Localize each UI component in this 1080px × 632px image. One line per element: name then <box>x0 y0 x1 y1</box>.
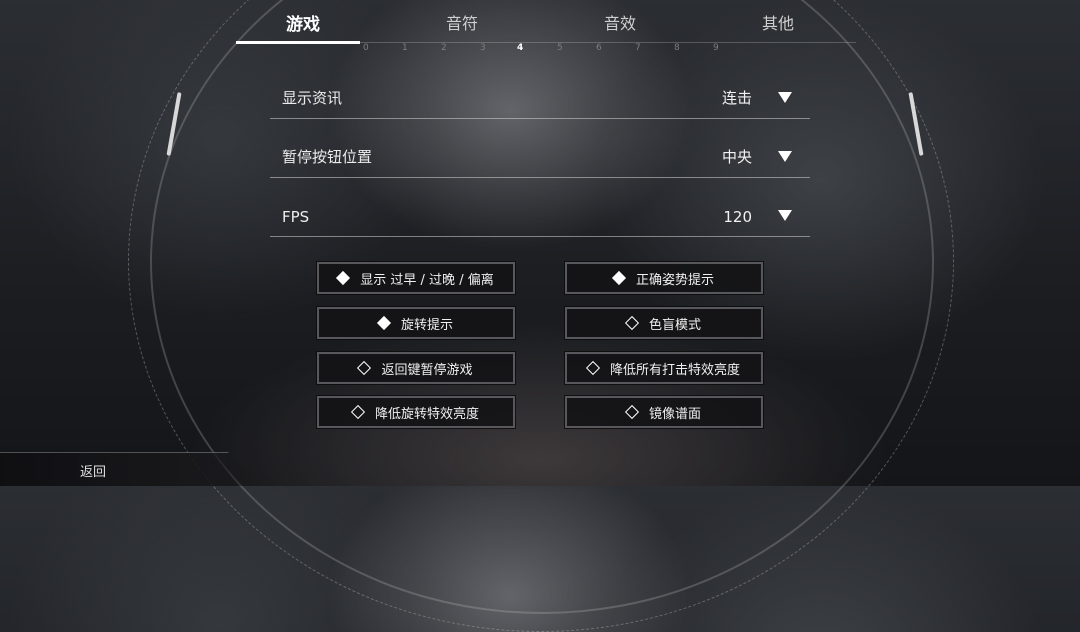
right-scroll-indicator[interactable] <box>908 92 924 156</box>
toggle-colorblind-mode[interactable]: 色盲模式 <box>564 306 764 340</box>
pager-tick: 0 <box>363 43 369 53</box>
setting-fps[interactable]: FPS 120 <box>270 178 810 237</box>
pager-tick: 3 <box>480 43 486 53</box>
tab-notes[interactable]: 音符 <box>446 10 478 34</box>
toggle-label: 正确姿势提示 <box>635 272 714 288</box>
triangle-down-icon[interactable] <box>778 210 792 221</box>
pager-tick: 1 <box>402 43 408 53</box>
toggle-correct-pose-hint[interactable]: 正确姿势提示 <box>564 261 764 295</box>
tab-other[interactable]: 其他 <box>762 10 794 34</box>
filled-diamond-icon <box>611 270 627 286</box>
toggle-label: 返回键暂停游戏 <box>381 362 473 378</box>
pager-tick: 6 <box>596 43 602 53</box>
back-label: 返回 <box>80 465 107 480</box>
outline-diamond-icon <box>624 404 640 420</box>
triangle-down-icon[interactable] <box>778 151 792 162</box>
setting-value: 中央 <box>721 148 752 166</box>
setting-value: 120 <box>723 208 752 226</box>
tab-sound-effects[interactable]: 音效 <box>604 10 636 34</box>
filled-diamond-icon <box>376 315 392 331</box>
setting-value: 连击 <box>721 89 752 107</box>
toggle-dim-rotation-effects[interactable]: 降低旋转特效亮度 <box>316 395 516 429</box>
back-button[interactable]: 返回 <box>0 452 260 486</box>
pager-tick-active: 4 <box>517 43 524 53</box>
pager-tick: 5 <box>557 43 563 53</box>
toggle-label: 镜像谱面 <box>648 406 701 422</box>
toggle-label: 降低所有打击特效亮度 <box>609 362 740 378</box>
pager-tick: 2 <box>441 43 447 53</box>
setting-label: FPS <box>282 208 310 226</box>
pager-tick: 7 <box>635 43 641 53</box>
toggle-label: 旋转提示 <box>400 317 453 333</box>
toggle-back-key-pause[interactable]: 返回键暂停游戏 <box>316 351 516 385</box>
toggle-dim-hit-effects[interactable]: 降低所有打击特效亮度 <box>564 351 764 385</box>
setting-display-info[interactable]: 显示资讯 连击 <box>270 60 810 119</box>
toggle-label: 降低旋转特效亮度 <box>374 406 479 422</box>
filled-diamond-icon <box>336 270 351 286</box>
toggle-show-timing[interactable]: 显示 过早 / 过晚 / 偏离 <box>316 261 516 295</box>
toggle-rotation-hint[interactable]: 旋转提示 <box>316 306 516 340</box>
outline-diamond-icon <box>585 360 601 376</box>
outline-diamond-icon <box>357 360 372 376</box>
toggle-label: 显示 过早 / 过晚 / 偏离 <box>360 272 494 288</box>
setting-label: 暂停按钮位置 <box>282 148 373 166</box>
tab-bar: 游戏 音符 音效 其他 <box>236 0 856 44</box>
left-scroll-indicator[interactable] <box>166 92 182 156</box>
toggle-mirror-chart[interactable]: 镜像谱面 <box>564 395 764 429</box>
pager-tick: 8 <box>674 43 680 53</box>
tab-game[interactable]: 游戏 <box>286 10 320 35</box>
pager-ticks: 0 1 2 3 4 5 6 7 8 9 <box>348 43 728 57</box>
triangle-down-icon[interactable] <box>778 92 792 103</box>
outline-diamond-icon <box>624 315 640 331</box>
outline-diamond-icon <box>350 404 366 420</box>
tab-active-indicator <box>236 41 360 44</box>
pager-tick: 9 <box>713 43 719 53</box>
setting-pause-button-position[interactable]: 暂停按钮位置 中央 <box>270 119 810 178</box>
setting-label: 显示资讯 <box>282 89 343 107</box>
toggle-label: 色盲模式 <box>648 317 701 333</box>
